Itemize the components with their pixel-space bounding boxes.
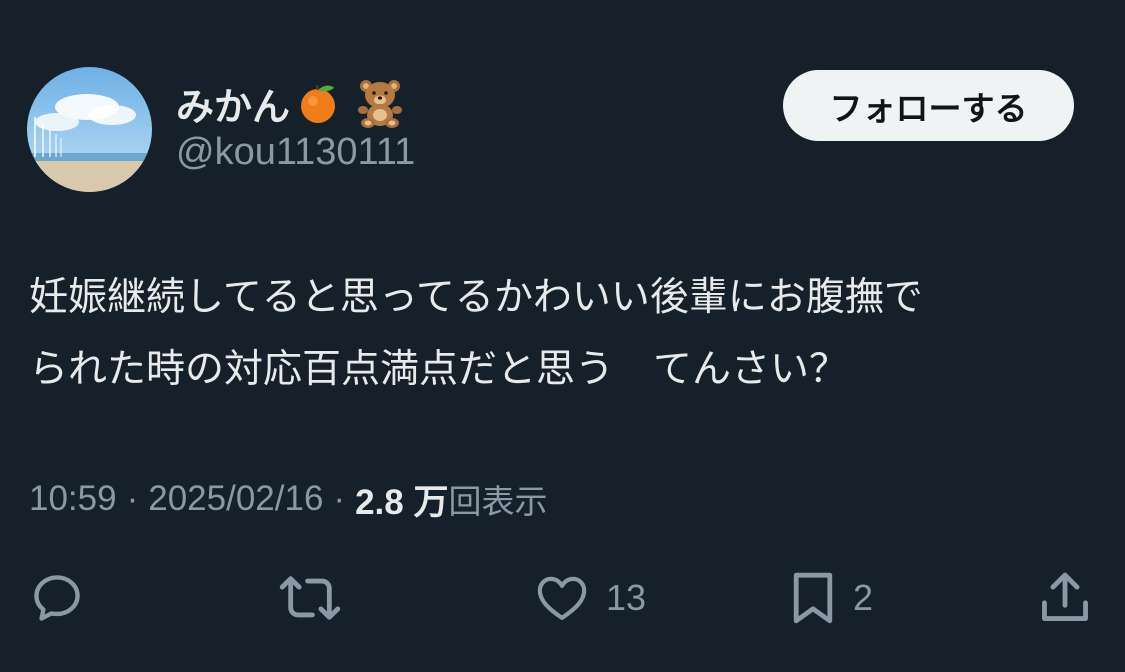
teddy-bear-icon [354,78,406,128]
views-count: 2.8 万 [355,482,449,522]
display-name-text: みかん [176,84,291,129]
share-icon [1042,572,1088,621]
user-handle[interactable]: @kou1130111 [176,131,415,174]
retweet-icon [279,576,341,620]
bookmark-count: 2 [853,577,874,618]
tweet-text: 妊娠継続してると思ってるかわいい後輩にお腹撫で られた時の対応百点満点だと思う … [29,262,1089,406]
like-button[interactable]: 13 [534,565,646,631]
like-count: 13 [606,577,647,618]
tweet-text-line-2: られた時の対応百点満点だと思う てんさい？ [29,347,849,392]
tweet-card: みかん @kou1130111 フォローする 妊娠継続してると思ってるかわいい後… [0,0,1125,672]
avatar[interactable] [27,67,152,192]
avatar-beach-image [27,67,152,192]
display-name[interactable]: みかん [176,74,406,132]
reply-button[interactable] [28,565,86,631]
heart-icon [537,576,587,620]
orange-icon [296,81,340,125]
reply-icon [34,575,80,621]
tweet-date[interactable]: 2025/02/16 [148,479,323,519]
meta-separator: · [333,479,346,518]
views-label: 回表示 [448,482,548,521]
share-button[interactable] [1038,565,1092,631]
bookmark-icon [793,572,833,624]
meta-separator: · [126,479,139,518]
tweet-meta: 10:59 · 2025/02/16 · 2.8 万 回表示 [29,474,547,524]
bookmark-button[interactable]: 2 [789,565,873,631]
tweet-time[interactable]: 10:59 [29,479,117,519]
retweet-button[interactable] [277,565,343,631]
follow-button[interactable]: フォローする [783,70,1074,141]
tweet-text-line-1: 妊娠継続してると思ってるかわいい後輩にお腹撫で [29,275,923,320]
